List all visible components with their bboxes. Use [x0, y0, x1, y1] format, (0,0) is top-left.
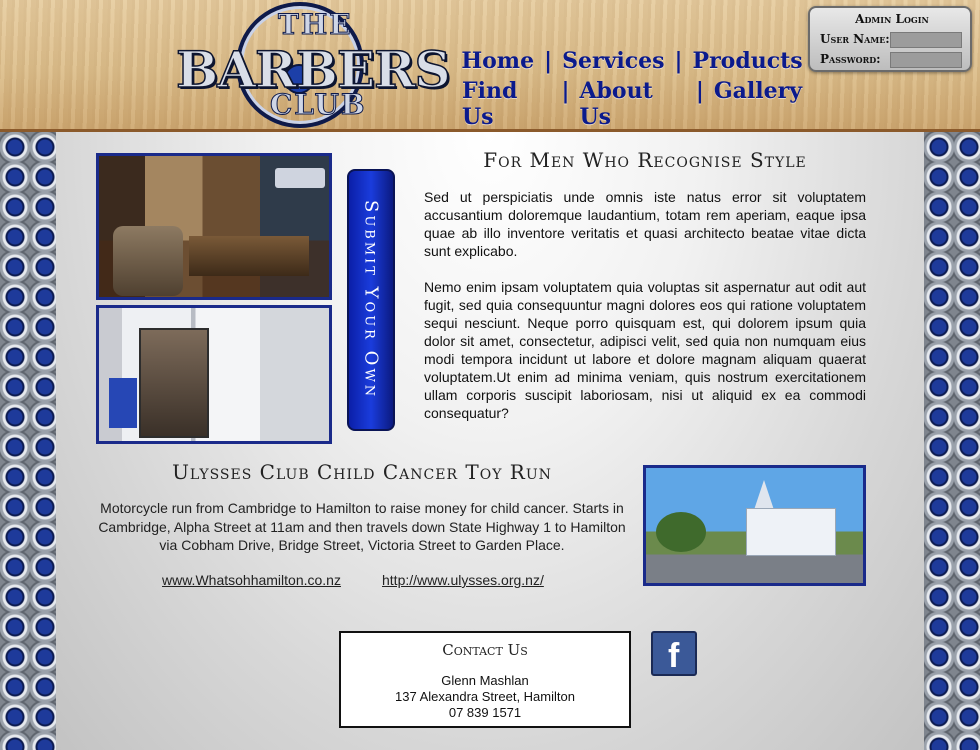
contact-address: 137 Alexandra Street, Hamilton	[395, 689, 575, 704]
submit-your-own-label: Submit Your Own	[360, 200, 382, 400]
nav-separator: |	[544, 48, 553, 74]
tree	[656, 512, 706, 552]
header-banner: THE BARBERS CLUB Home | Services | Produ…	[0, 0, 980, 132]
shop-entrance-photo	[96, 305, 332, 444]
style-heading: For Men Who Recognise Style	[483, 148, 807, 172]
contact-name: Glenn Mashlan	[441, 673, 529, 688]
left-rivet-panel	[0, 132, 56, 750]
style-paragraph-1: Sed ut perspiciatis unde omnis iste natu…	[424, 189, 866, 259]
nav-link-services[interactable]: Services	[562, 48, 664, 74]
church-steeple	[754, 480, 774, 510]
nav-link-products[interactable]: Products	[693, 48, 803, 74]
nav-link-gallery[interactable]: Gallery	[714, 78, 802, 130]
main-navigation: Home | Services | Products Find Us | Abo…	[461, 48, 803, 134]
logo-bottom-word: CLUB	[270, 88, 367, 122]
church-building	[746, 508, 836, 556]
reception-desk	[189, 236, 309, 276]
entrance-door	[139, 328, 209, 438]
username-label: User Name:	[820, 32, 890, 46]
facebook-icon[interactable]: f	[651, 631, 697, 676]
contact-phone: 07 839 1571	[448, 705, 522, 720]
contact-title: Contact Us	[442, 641, 528, 659]
password-label: Password:	[820, 52, 881, 66]
nav-separator: |	[561, 78, 570, 104]
shop-sign	[275, 168, 325, 188]
nav-row-2: Find Us | About Us | Gallery	[462, 78, 802, 130]
nav-link-find-us[interactable]: Find Us	[462, 78, 551, 130]
barber-chair	[113, 226, 183, 296]
nav-link-about-us[interactable]: About Us	[579, 78, 685, 130]
barbershop-interior-photo	[96, 153, 332, 300]
submit-your-own-button[interactable]: Submit Your Own	[347, 169, 395, 431]
site-logo[interactable]: THE BARBERS CLUB	[175, 2, 451, 130]
whatsonhamilton-link[interactable]: www.Whatsohhamilton.co.nz	[162, 572, 341, 588]
nav-link-home[interactable]: Home	[461, 48, 534, 74]
contact-box: Contact Us Glenn Mashlan 137 Alexandra S…	[339, 631, 631, 728]
ulysses-link[interactable]: http://www.ulysses.org.nz/	[382, 572, 544, 588]
logo-top-word: THE	[278, 8, 353, 42]
nav-row-1: Home | Services | Products	[461, 48, 803, 74]
admin-login-title: Admin Login	[855, 12, 929, 26]
toy-run-description: Motorcycle run from Cambridge to Hamilto…	[98, 500, 626, 553]
toy-run-church-photo	[643, 465, 866, 586]
nav-separator: |	[695, 78, 704, 104]
admin-login-panel: Admin Login User Name: Password:	[808, 6, 972, 72]
sign-stand	[109, 378, 137, 428]
nav-separator: |	[674, 48, 683, 74]
right-rivet-panel	[924, 132, 980, 750]
style-paragraph-2: Nemo enim ipsam voluptatem quia voluptas…	[424, 279, 866, 421]
username-input[interactable]	[890, 32, 962, 48]
password-input[interactable]	[890, 52, 962, 68]
toy-run-heading: Ulysses Club Child Cancer Toy Run	[172, 460, 552, 484]
